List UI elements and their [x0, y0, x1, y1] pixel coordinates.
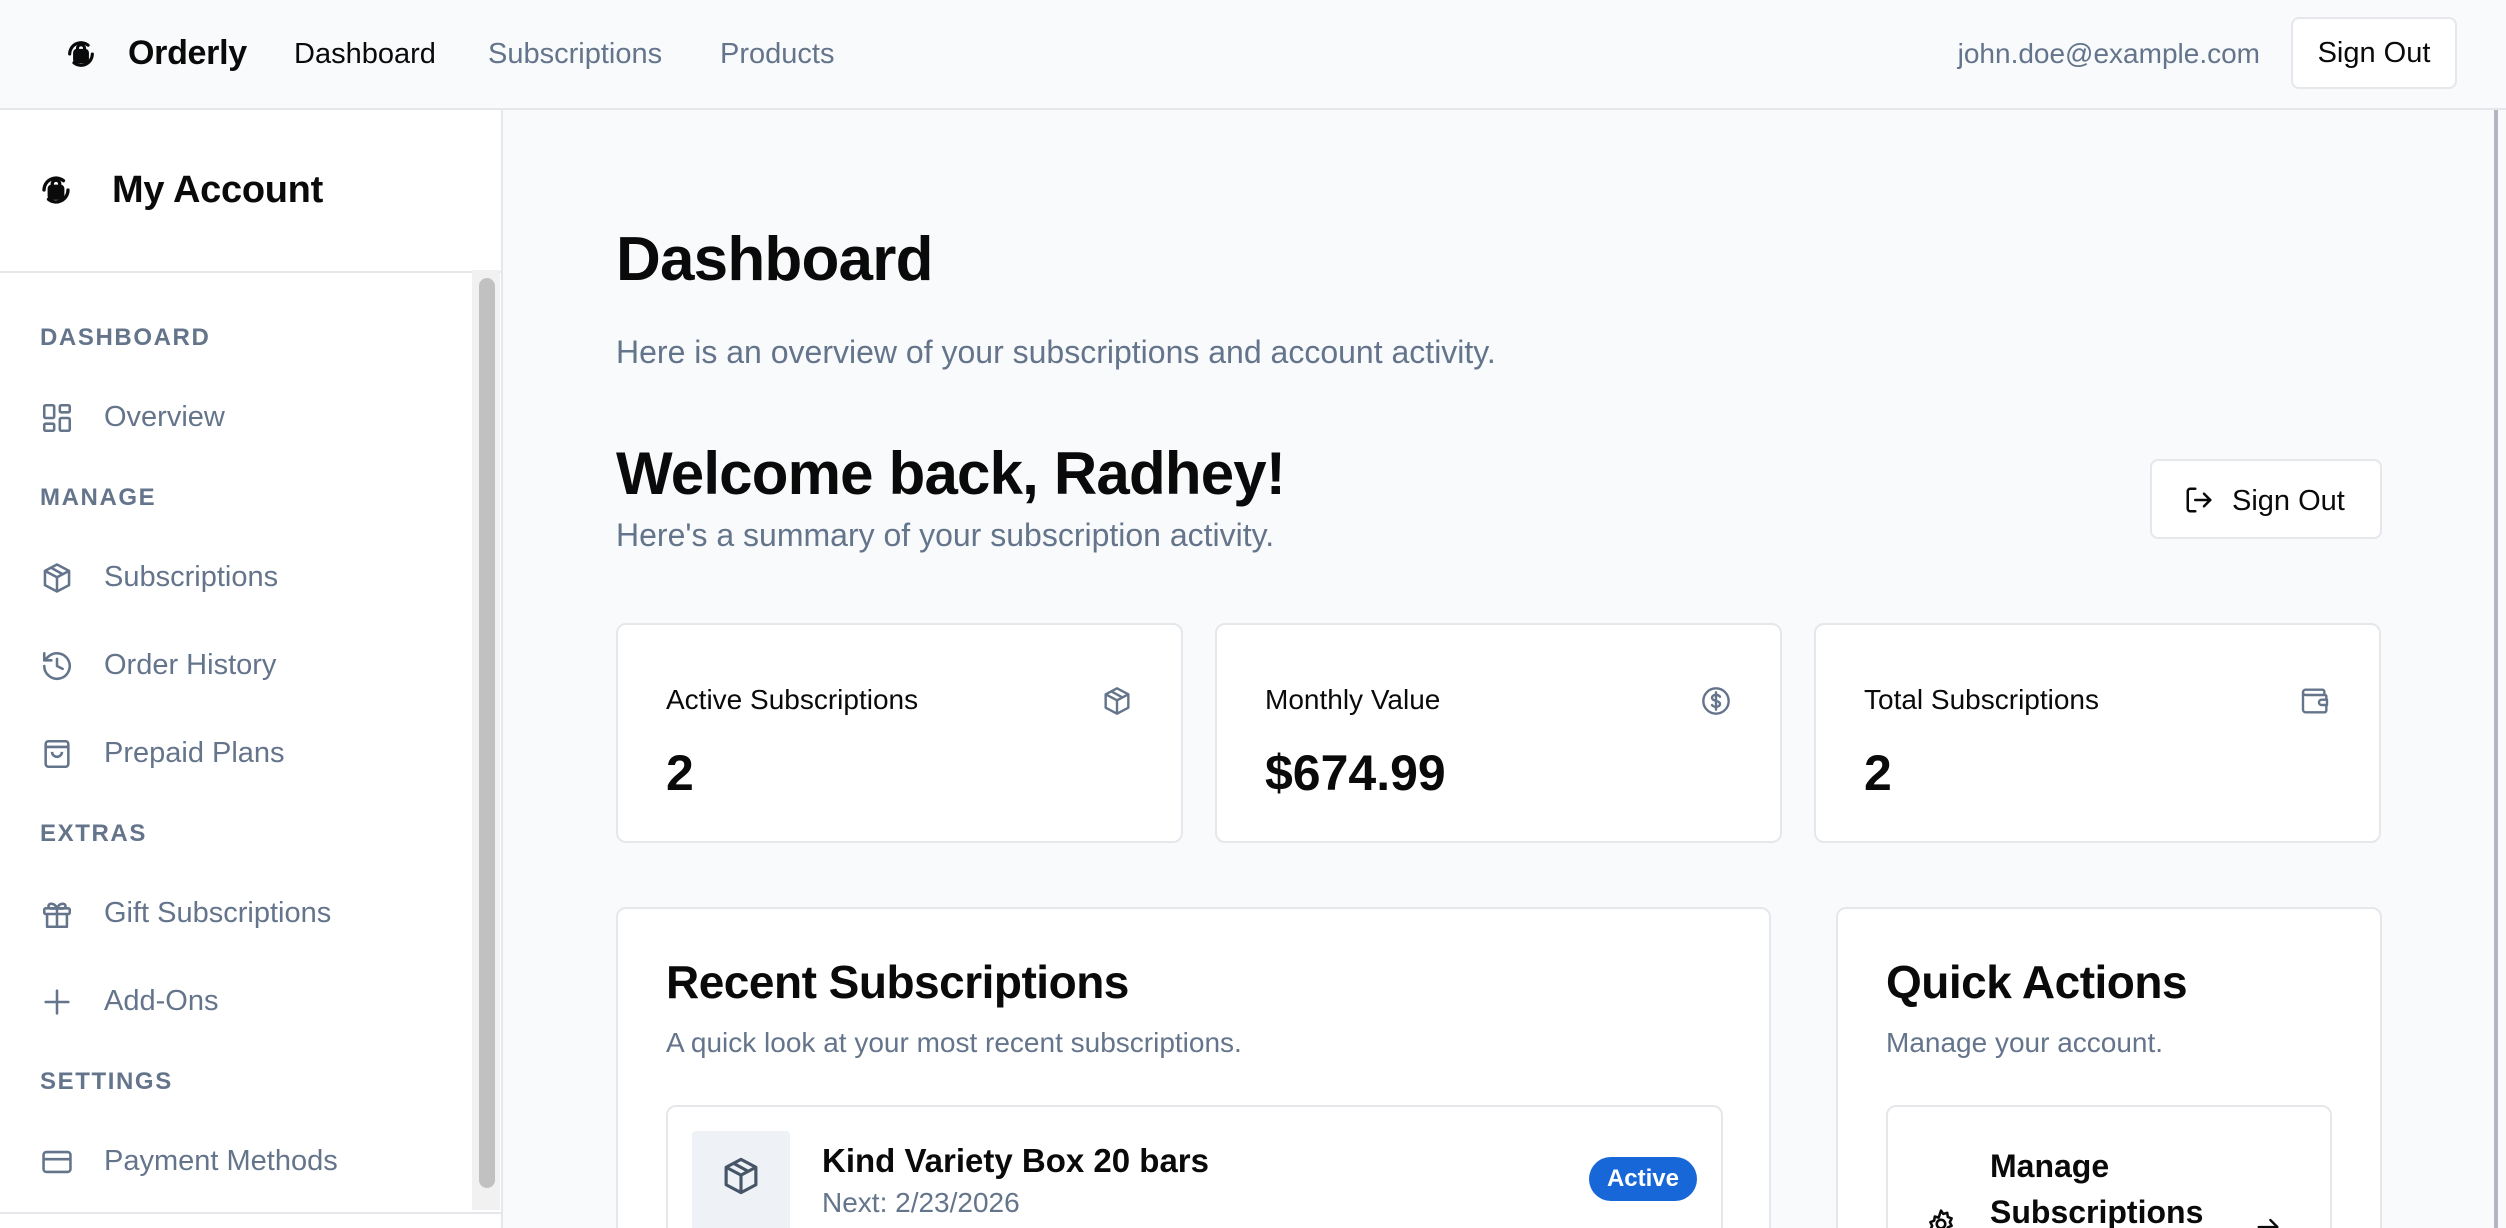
page-title: Dashboard — [616, 225, 933, 294]
subscription-thumbnail — [692, 1131, 790, 1228]
card-title: Recent Subscriptions — [666, 956, 1129, 1008]
sidebar: My Account DASHBOARD Overview MANAGE Sub… — [0, 110, 503, 1228]
subscription-next-date: Next: 2/23/2026 — [822, 1187, 1020, 1218]
welcome-heading: Welcome back, Radhey! — [616, 440, 1286, 507]
box-icon — [1104, 687, 1130, 715]
history-icon — [42, 651, 72, 681]
top-navbar: Orderly Dashboard Subscriptions Products… — [0, 0, 2506, 110]
sidebar-item-label: Overview — [104, 401, 225, 433]
sidebar-scrollbar-thumb[interactable] — [479, 278, 495, 1188]
sidebar-item-label: Payment Methods — [104, 1145, 338, 1177]
sidebar-item-overview[interactable]: Overview — [30, 385, 470, 449]
stat-title: Active Subscriptions — [666, 684, 919, 715]
card-title: Quick Actions — [1886, 956, 2188, 1008]
stat-title: Monthly Value — [1265, 684, 1441, 715]
section-label-manage: MANAGE — [40, 484, 157, 511]
plus-icon — [44, 989, 70, 1015]
sign-out-label: Sign Out — [2232, 485, 2345, 517]
shopping-bag-icon — [44, 739, 70, 769]
stat-value: $674.99 — [1265, 745, 1446, 801]
sidebar-item-label: Order History — [104, 649, 277, 681]
nav-link-products[interactable]: Products — [720, 34, 834, 74]
stat-card-active-subscriptions: Active Subscriptions 2 — [616, 623, 1183, 843]
sidebar-item-subscriptions[interactable]: Subscriptions — [30, 545, 470, 609]
box-icon — [724, 1157, 758, 1195]
recent-subscriptions-card: Recent Subscriptions A quick look at you… — [616, 907, 1771, 1228]
sign-out-button[interactable]: Sign Out — [2150, 459, 2382, 539]
stat-value: 2 — [1864, 745, 1892, 801]
nav-link-subscriptions[interactable]: Subscriptions — [488, 34, 662, 74]
subscription-list-item[interactable]: Kind Variety Box 20 bars Next: 2/23/2026… — [666, 1105, 1723, 1228]
subscription-name: Kind Variety Box 20 bars — [822, 1142, 1209, 1179]
sidebar-item-label: Add-Ons — [104, 985, 219, 1017]
section-label-settings: SETTINGS — [40, 1068, 173, 1095]
gear-icon — [1929, 1209, 1953, 1228]
brand-logo-icon[interactable] — [64, 37, 98, 71]
top-sign-out-button[interactable]: Sign Out — [2291, 17, 2457, 89]
user-email: john.doe@example.com — [1957, 38, 2260, 69]
stat-value: 2 — [666, 745, 694, 801]
main-content: Dashboard Here is an overview of your su… — [503, 110, 2506, 1228]
sidebar-item-payment-methods[interactable]: Payment Methods — [30, 1129, 470, 1193]
quick-action-label: Manage Subscriptions — [1990, 1148, 2204, 1228]
section-label-extras: EXTRAS — [40, 820, 147, 847]
manage-subscriptions-action[interactable]: Manage Subscriptions — [1886, 1105, 2332, 1228]
sidebar-item-order-history[interactable]: Order History — [30, 633, 470, 697]
account-logo-icon — [42, 176, 70, 204]
stat-title: Total Subscriptions — [1864, 684, 2100, 715]
sidebar-title: My Account — [112, 169, 323, 211]
sidebar-header: My Account — [0, 110, 501, 273]
sidebar-item-label: Prepaid Plans — [104, 737, 285, 769]
main-scrollbar[interactable] — [2494, 110, 2498, 1228]
nav-link-dashboard[interactable]: Dashboard — [294, 34, 436, 74]
brand-name[interactable]: Orderly — [128, 30, 247, 76]
status-badge: Active — [1588, 1157, 1697, 1201]
welcome-subtitle: Here's a summary of your subscription ac… — [616, 517, 1275, 553]
sidebar-item-label: Gift Subscriptions — [104, 897, 332, 929]
log-out-icon — [2186, 487, 2212, 513]
credit-card-icon — [42, 1150, 72, 1174]
section-label-dashboard: DASHBOARD — [40, 324, 211, 351]
sidebar-item-gift-subscriptions[interactable]: Gift Subscriptions — [30, 881, 470, 945]
dollar-circle-icon — [1702, 687, 1730, 715]
arrow-right-icon — [2257, 1218, 2279, 1228]
card-subtitle: Manage your account. — [1886, 1027, 2164, 1058]
grid-icon — [42, 403, 72, 433]
stat-card-monthly-value: Monthly Value $674.99 — [1215, 623, 1782, 843]
sidebar-divider — [0, 1212, 501, 1214]
sidebar-item-prepaid-plans[interactable]: Prepaid Plans — [30, 721, 470, 785]
sidebar-item-label: Subscriptions — [104, 561, 279, 593]
gift-icon — [42, 902, 72, 929]
box-icon — [43, 563, 71, 593]
wallet-icon — [2301, 688, 2329, 714]
sidebar-item-add-ons[interactable]: Add-Ons — [30, 969, 470, 1033]
page-subtitle: Here is an overview of your subscription… — [616, 334, 1496, 370]
stat-card-total-subscriptions: Total Subscriptions 2 — [1814, 623, 2381, 843]
quick-actions-card: Quick Actions Manage your account. Manag… — [1836, 907, 2382, 1228]
card-subtitle: A quick look at your most recent subscri… — [666, 1027, 1242, 1058]
